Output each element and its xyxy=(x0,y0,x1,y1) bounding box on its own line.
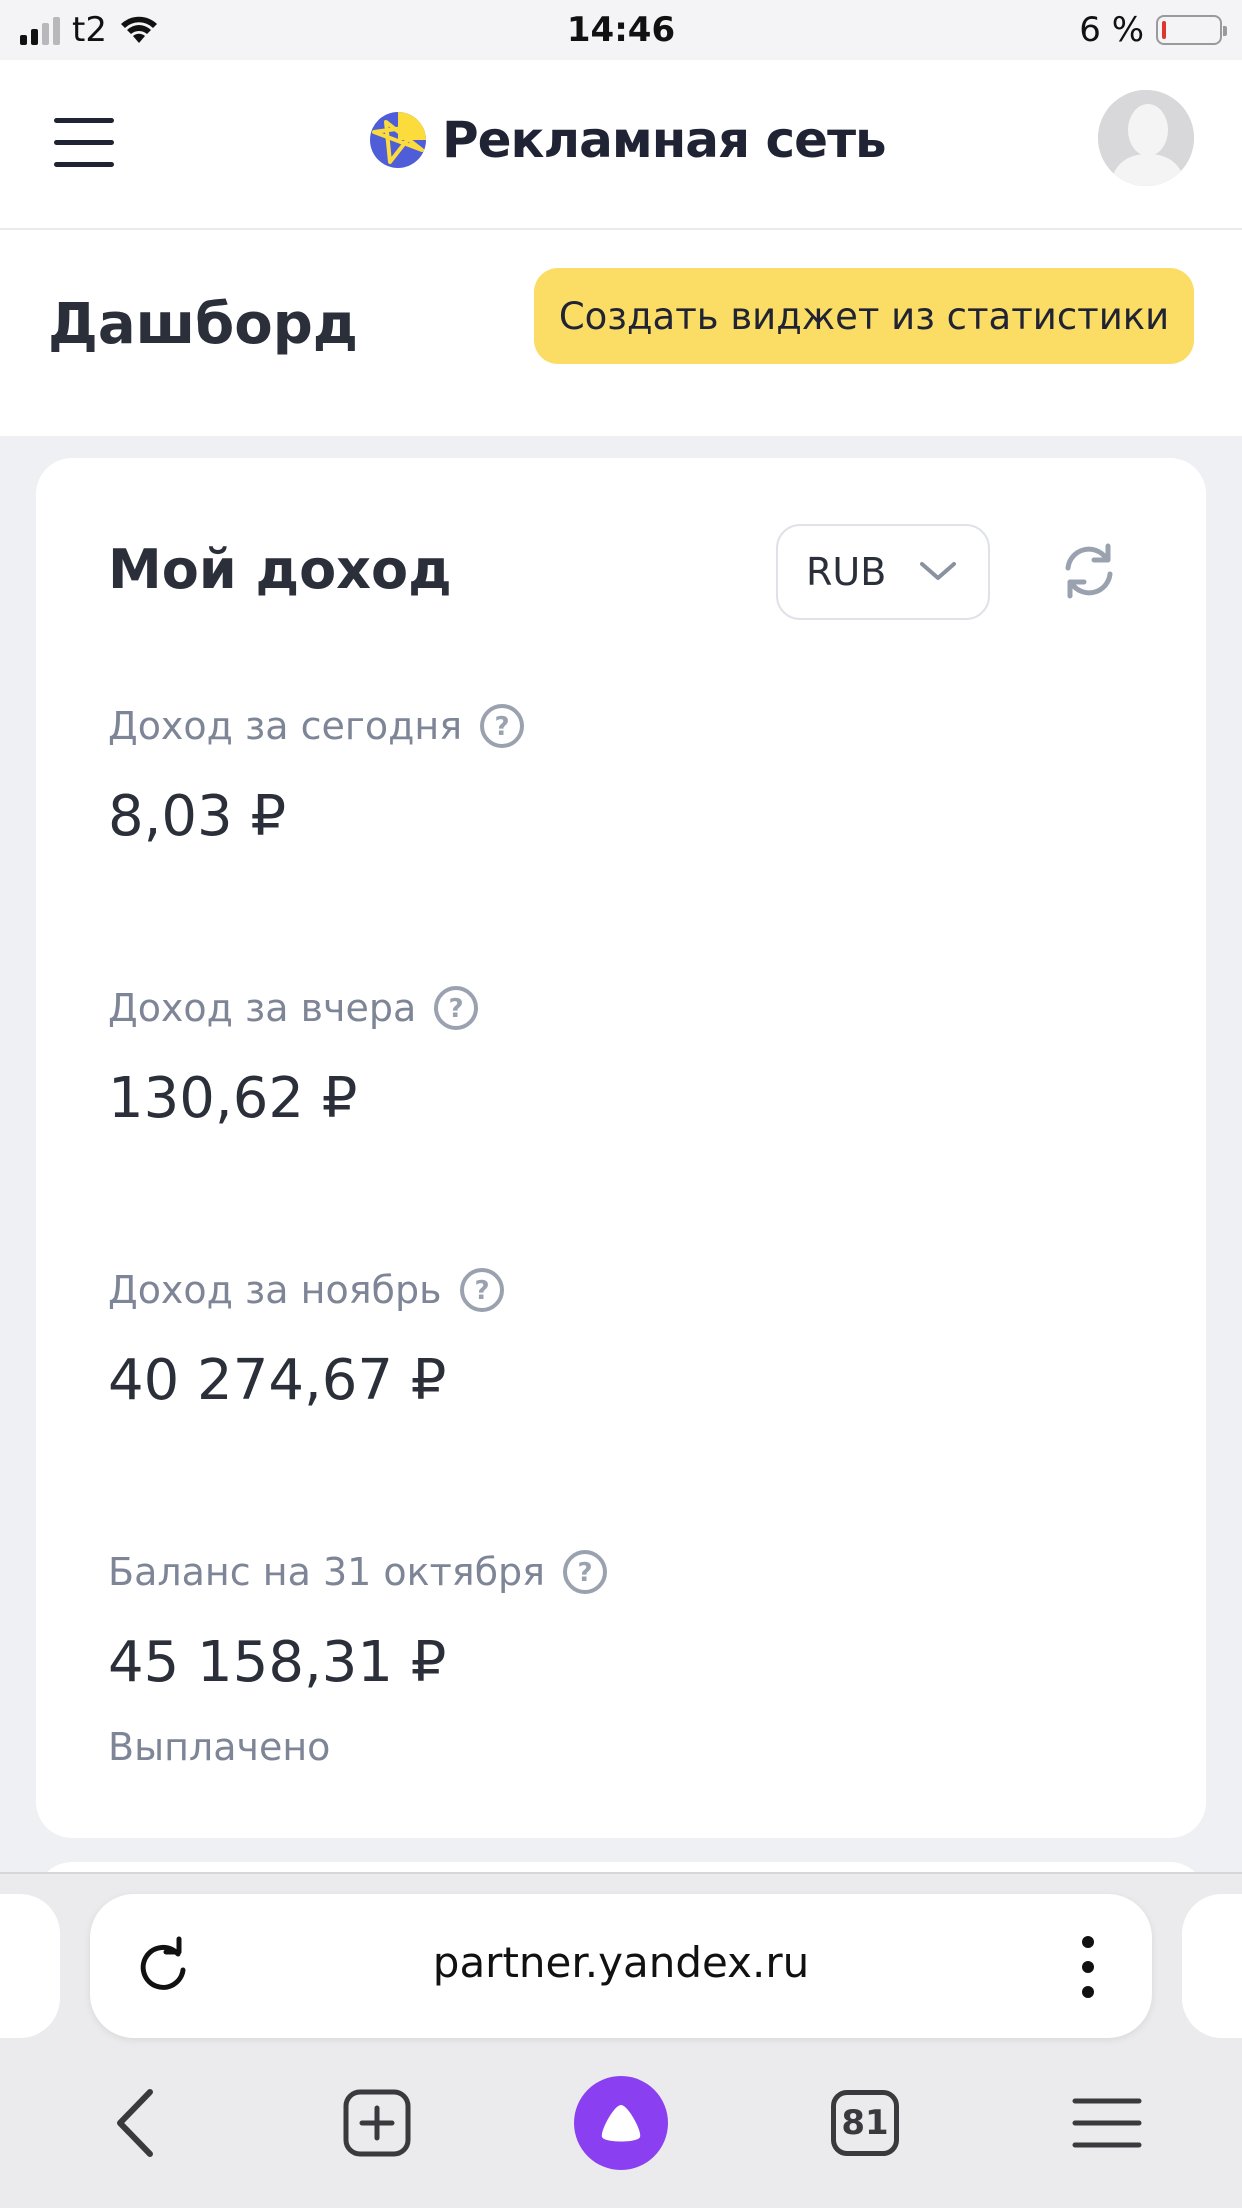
tab-count: 81 xyxy=(831,2090,899,2156)
tabs-button[interactable]: 81 xyxy=(810,2068,920,2178)
metric-label: Доход за сегодня xyxy=(108,704,463,748)
alice-icon xyxy=(574,2076,668,2170)
hamburger-menu-icon[interactable] xyxy=(54,118,114,168)
avatar[interactable] xyxy=(1098,90,1194,186)
metric-label: Баланс на 31 октября xyxy=(108,1550,545,1594)
app-header: Рекламная сеть xyxy=(0,60,1242,230)
metric-yesterday: Доход за вчера ? 130,62 ₽ xyxy=(108,980,1108,1131)
metric-balance: Баланс на 31 октября ? 45 158,31 ₽ Выпла… xyxy=(108,1544,1108,1769)
status-bar: t2 14:46 6 % xyxy=(0,0,1242,60)
metric-label: Доход за ноябрь xyxy=(108,1268,442,1312)
browser-tab-bar: 81 xyxy=(0,2068,1242,2178)
brand[interactable]: Рекламная сеть xyxy=(368,110,887,170)
battery-percent: 6 % xyxy=(1079,10,1144,50)
currency-select[interactable]: RUB xyxy=(776,524,990,620)
brand-title: Рекламная сеть xyxy=(442,111,887,169)
chevron-left-icon xyxy=(117,2089,153,2157)
page: t2 14:46 6 % Рекламная сеть Дашборд Созд… xyxy=(0,0,1242,2208)
refresh-icon[interactable] xyxy=(1056,538,1122,604)
more-vertical-icon[interactable] xyxy=(1080,1936,1096,1998)
browser-menu-button[interactable] xyxy=(1052,2068,1162,2178)
chevron-down-icon xyxy=(920,562,956,580)
metric-value: 130,62 ₽ xyxy=(108,1066,358,1131)
payout-status: Выплачено xyxy=(108,1725,331,1769)
metric-label: Доход за вчера xyxy=(108,986,417,1030)
battery-icon xyxy=(1156,15,1227,45)
svg-text:?: ? xyxy=(495,712,510,742)
plus-square-icon xyxy=(343,2089,411,2157)
url-text[interactable]: partner.yandex.ru xyxy=(90,1938,1152,1987)
prev-tab-peek[interactable] xyxy=(0,1894,60,2038)
new-tab-button[interactable] xyxy=(322,2068,432,2178)
address-bar[interactable]: partner.yandex.ru xyxy=(90,1894,1152,2038)
income-card: Мой доход RUB Доход за сегодня ? 8,03 ₽ … xyxy=(36,458,1206,1838)
alice-assistant-button[interactable] xyxy=(566,2068,676,2178)
svg-text:?: ? xyxy=(577,1558,592,1588)
metric-today: Доход за сегодня ? 8,03 ₽ xyxy=(108,698,1108,849)
page-title: Дашборд xyxy=(48,292,359,357)
back-button[interactable] xyxy=(80,2068,190,2178)
svg-text:?: ? xyxy=(474,1276,489,1306)
metric-value: 40 274,67 ₽ xyxy=(108,1348,447,1413)
alice-triangle-icon xyxy=(601,2105,641,2142)
metric-value: 45 158,31 ₽ xyxy=(108,1630,447,1695)
next-tab-peek[interactable] xyxy=(1182,1894,1242,2038)
svg-text:?: ? xyxy=(449,994,464,1024)
help-icon[interactable]: ? xyxy=(561,1548,609,1596)
yandex-ad-network-logo xyxy=(370,112,426,168)
help-icon[interactable]: ? xyxy=(478,702,526,750)
help-icon[interactable]: ? xyxy=(458,1266,506,1314)
hamburger-menu-icon xyxy=(1072,2098,1142,2148)
help-icon[interactable]: ? xyxy=(432,984,480,1032)
create-widget-button[interactable]: Создать виджет из статистики xyxy=(534,268,1194,364)
status-right: 6 % xyxy=(1079,10,1227,50)
user-silhouette-icon xyxy=(1098,90,1194,186)
metric-value: 8,03 ₽ xyxy=(108,784,287,849)
clock: 14:46 xyxy=(566,10,676,50)
income-card-title: Мой доход xyxy=(108,538,452,601)
metric-month: Доход за ноябрь ? 40 274,67 ₽ xyxy=(108,1262,1108,1413)
currency-value: RUB xyxy=(806,550,887,594)
dashboard-header: Дашборд Создать виджет из статистики xyxy=(0,232,1242,436)
